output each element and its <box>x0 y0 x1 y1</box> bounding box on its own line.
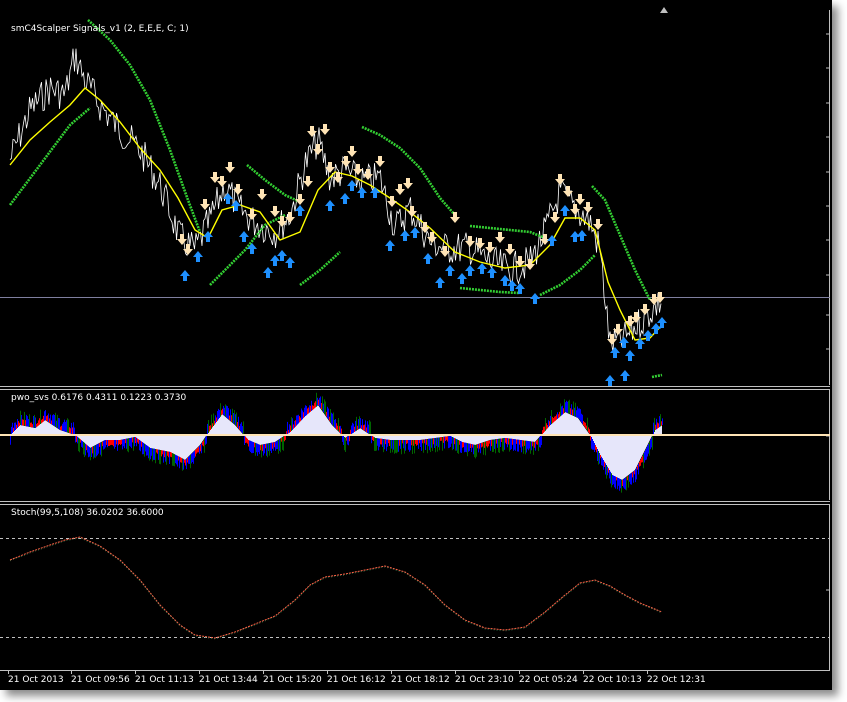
price-series <box>9 48 662 353</box>
time-label: 21 Oct 16:12 <box>327 675 386 685</box>
down-arrow-signal-icon <box>550 212 560 223</box>
up-arrow-signal-icon <box>457 273 467 284</box>
slow-ma-segment <box>361 125 456 216</box>
panel-borders <box>0 10 830 671</box>
down-arrow-signal-icon <box>363 169 373 180</box>
down-arrow-signal-icon <box>320 124 330 135</box>
up-arrow-signal-icon <box>385 240 395 251</box>
slow-ma-series <box>8 19 663 379</box>
up-arrow-signal-icon <box>445 265 455 276</box>
up-arrow-signal-icon <box>530 293 540 304</box>
up-arrow-signal-icon <box>560 205 570 216</box>
up-arrow-signal-icon <box>223 193 233 204</box>
stoch-indicator-label: Stoch(99,5,108) 36.0202 36.6000 <box>11 508 164 518</box>
up-arrow-signal-icon <box>570 231 580 242</box>
time-label: 22 Oct 05:24 <box>519 675 578 685</box>
up-arrow-signal-icon <box>605 375 615 386</box>
up-arrow-signal-icon <box>357 187 367 198</box>
pwo-indicator-label: pwo_svs 0.6176 0.4311 0.1223 0.3730 <box>11 393 187 403</box>
chart-canvas[interactable] <box>0 0 832 690</box>
time-label: 21 Oct 18:12 <box>391 675 450 685</box>
up-arrow-signal-icon <box>651 323 661 334</box>
up-arrow-signal-icon <box>547 235 557 246</box>
slow-ma-segment <box>591 185 652 301</box>
pwo-histogram <box>10 392 663 493</box>
down-arrow-signal-icon <box>257 189 267 200</box>
down-arrow-signal-icon <box>395 184 405 195</box>
time-label: 22 Oct 10:13 <box>583 675 642 685</box>
down-arrow-signal-icon <box>575 194 585 205</box>
slow-ma-segment <box>209 213 286 286</box>
up-arrow-signal-icon <box>410 227 420 238</box>
stoch-signal-line <box>9 537 663 640</box>
down-arrow-signal-icon <box>200 199 210 210</box>
down-arrow-signal-icon <box>495 232 505 243</box>
up-arrow-signal-icon <box>370 187 380 198</box>
sell-signal-arrows <box>177 124 665 345</box>
stoch-series <box>9 536 663 640</box>
down-arrow-signal-icon <box>450 212 460 223</box>
down-arrow-signal-icon <box>353 164 363 175</box>
down-arrow-signal-icon <box>375 156 385 167</box>
up-arrow-signal-icon <box>515 283 525 294</box>
slow-ma-segment <box>299 251 341 287</box>
time-label: 21 Oct 23:10 <box>455 675 514 685</box>
up-arrow-signal-icon <box>400 230 410 241</box>
up-arrow-signal-icon <box>610 347 620 358</box>
down-arrow-signal-icon <box>270 206 280 217</box>
up-arrow-signal-icon <box>477 263 487 274</box>
time-label: 21 Oct 2013 <box>8 675 64 685</box>
time-label: 21 Oct 11:13 <box>135 675 194 685</box>
up-arrow-signal-icon <box>285 257 295 268</box>
shift-marker-icon[interactable] <box>660 7 668 13</box>
down-arrow-signal-icon <box>403 178 413 189</box>
slow-ma-segment <box>246 164 301 204</box>
time-label: 21 Oct 09:56 <box>71 675 130 685</box>
down-arrow-signal-icon <box>303 176 313 187</box>
down-arrow-signal-icon <box>177 234 187 245</box>
time-label: 21 Oct 15:20 <box>263 675 322 685</box>
down-arrow-signal-icon <box>593 219 603 230</box>
up-arrow-signal-icon <box>620 370 630 381</box>
up-arrow-signal-icon <box>625 350 635 361</box>
down-arrow-signal-icon <box>407 206 417 217</box>
up-arrow-signal-icon <box>423 253 433 264</box>
slow-ma-segment <box>651 373 663 379</box>
chart-window[interactable]: smC4Scalper Signals_v1 (2, E,E,E, C; 1) … <box>0 0 832 690</box>
down-arrow-signal-icon <box>347 146 357 157</box>
main-indicator-label: smC4Scalper Signals_v1 (2, E,E,E, C; 1) <box>11 24 189 34</box>
down-arrow-signal-icon <box>505 244 515 255</box>
down-arrow-signal-icon <box>485 242 495 253</box>
up-arrow-signal-icon <box>435 277 445 288</box>
slow-ma-segment <box>87 19 202 233</box>
time-label: 22 Oct 12:31 <box>647 675 706 685</box>
up-arrow-signal-icon <box>487 267 497 278</box>
down-arrow-signal-icon <box>640 304 650 315</box>
up-arrow-signal-icon <box>180 270 190 281</box>
up-arrow-signal-icon <box>295 205 305 216</box>
up-arrow-signal-icon <box>577 230 587 241</box>
up-arrow-signal-icon <box>270 255 280 266</box>
down-arrow-signal-icon <box>313 144 323 155</box>
down-arrow-signal-icon <box>225 162 235 173</box>
up-arrow-signal-icon <box>263 267 273 278</box>
up-arrow-signal-icon <box>193 251 203 262</box>
time-label: 21 Oct 13:44 <box>199 675 258 685</box>
up-arrow-signal-icon <box>507 280 517 291</box>
down-arrow-signal-icon <box>307 126 317 137</box>
slow-ma-segment <box>539 254 596 297</box>
down-arrow-signal-icon <box>583 202 593 213</box>
slow-ma-segment <box>469 224 546 240</box>
up-arrow-signal-icon <box>203 231 213 242</box>
up-arrow-signal-icon <box>347 180 357 191</box>
up-arrow-signal-icon <box>465 265 475 276</box>
up-arrow-signal-icon <box>239 231 249 242</box>
up-arrow-signal-icon <box>325 200 335 211</box>
price-line-path <box>9 48 662 353</box>
up-arrow-signal-icon <box>340 193 350 204</box>
